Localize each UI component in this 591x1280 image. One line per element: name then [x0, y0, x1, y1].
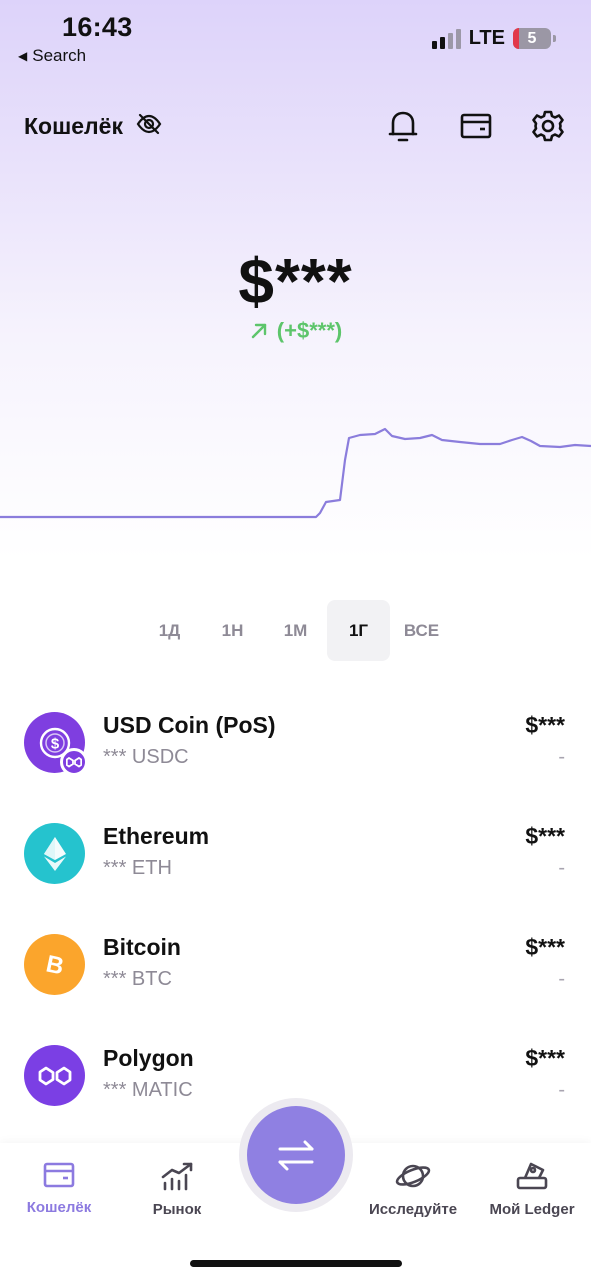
bell-icon: [388, 111, 418, 142]
battery-level: 5: [527, 29, 537, 47]
settings-button[interactable]: [528, 106, 568, 146]
total-balance: $***: [238, 245, 353, 317]
asset-row-usdc[interactable]: $ USD Coin (PoS) *** USDC $*** -: [0, 702, 591, 782]
asset-amount: *** USDC: [103, 746, 189, 768]
balance-change: (+$***): [0, 318, 591, 344]
tab-market-label: Рынок: [152, 1201, 202, 1218]
asset-name: USD Coin (PoS): [103, 712, 276, 738]
range-1d[interactable]: 1Д: [138, 600, 201, 661]
asset-row-eth[interactable]: Ethereum *** ETH $*** -: [0, 813, 591, 893]
ethereum-icon: [24, 823, 85, 884]
status-indicators: LTE 5: [431, 27, 556, 50]
back-arrow-icon: ◀: [18, 49, 28, 63]
asset-value: $***: [525, 1045, 565, 1071]
wallet-icon: [43, 1162, 75, 1188]
svg-text:$: $: [50, 735, 59, 752]
card-button[interactable]: [456, 106, 496, 146]
polygon-icon: [24, 1045, 85, 1106]
battery-icon: 5: [513, 28, 556, 49]
asset-value: $***: [525, 823, 565, 849]
tab-my-ledger-label: Мой Ledger: [489, 1201, 575, 1218]
home-indicator: [190, 1260, 402, 1267]
asset-name: Polygon: [103, 1045, 194, 1071]
signal-icon: [431, 28, 461, 49]
back-label: Search: [32, 46, 87, 65]
status-time: 16:43: [62, 12, 133, 42]
asset-name: Bitcoin: [103, 934, 181, 960]
range-all[interactable]: ВСЕ: [390, 600, 453, 661]
asset-row-btc[interactable]: B Bitcoin *** BTC $*** -: [0, 924, 591, 1004]
market-chart-icon: [161, 1162, 193, 1191]
asset-amount: *** MATIC: [103, 1079, 193, 1101]
card-icon: [460, 113, 492, 139]
chart-line: [0, 427, 591, 519]
tab-market[interactable]: Рынок: [118, 1161, 236, 1218]
arrow-up-right-icon: [251, 323, 266, 339]
swap-button[interactable]: [247, 1106, 345, 1204]
ledger-device-icon: [516, 1162, 548, 1190]
network-type: LTE: [468, 27, 505, 49]
asset-change: -: [558, 1079, 565, 1101]
hide-balance-icon[interactable]: [135, 110, 163, 143]
back-to-search[interactable]: ◀ Search: [18, 46, 86, 66]
swap-arrows-icon: [278, 1140, 314, 1171]
range-1y[interactable]: 1Г: [327, 600, 390, 661]
tab-my-ledger[interactable]: Мой Ledger: [473, 1161, 591, 1218]
polygon-badge-icon: [60, 748, 88, 776]
asset-amount: *** BTC: [103, 968, 172, 990]
asset-name: Ethereum: [103, 823, 210, 849]
asset-change: -: [558, 857, 565, 879]
bitcoin-icon: B: [24, 934, 85, 995]
range-selector: 1Д 1Н 1М 1Г ВСЕ: [138, 600, 453, 661]
range-1w[interactable]: 1Н: [201, 600, 264, 661]
tab-discover[interactable]: Исследуйте: [354, 1161, 472, 1218]
asset-change: -: [558, 746, 565, 768]
planet-icon: [395, 1164, 431, 1188]
notifications-button[interactable]: [383, 106, 423, 146]
asset-value: $***: [525, 934, 565, 960]
wallet-header: Кошелёк: [24, 110, 163, 143]
balance-change-value: (+$***): [276, 318, 343, 343]
asset-change: -: [558, 968, 565, 990]
gear-icon: [532, 110, 564, 142]
tab-wallet-label: Кошелёк: [26, 1199, 92, 1216]
svg-text:B: B: [43, 950, 66, 980]
asset-amount: *** ETH: [103, 857, 172, 879]
tab-discover-label: Исследуйте: [368, 1201, 458, 1218]
tab-wallet[interactable]: Кошелёк: [0, 1161, 118, 1216]
range-1m[interactable]: 1М: [264, 600, 327, 661]
asset-value: $***: [525, 712, 565, 738]
page-title: Кошелёк: [24, 113, 123, 139]
portfolio-chart[interactable]: [0, 420, 591, 530]
